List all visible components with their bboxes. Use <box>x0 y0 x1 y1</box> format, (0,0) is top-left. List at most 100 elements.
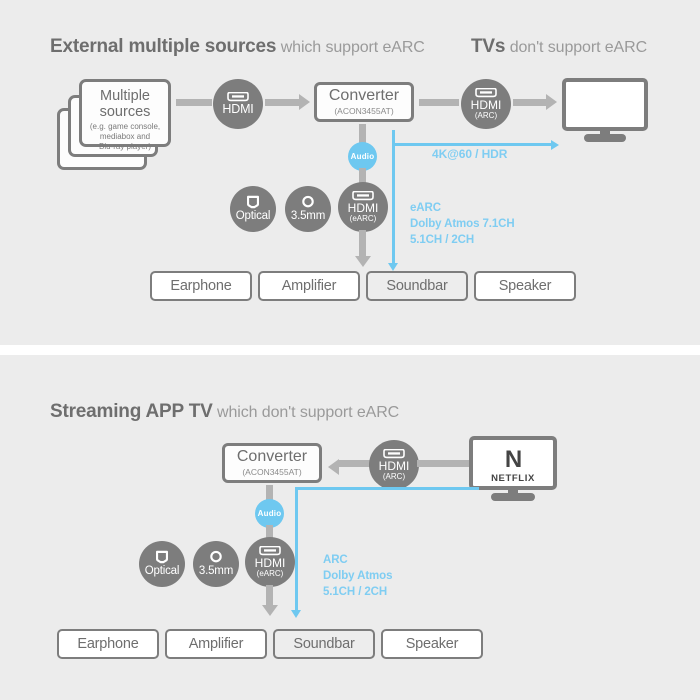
audio-link-arrow <box>388 263 399 271</box>
bottom-connector-hdmi-outputs <box>266 585 273 607</box>
jack-label: 3.5mm <box>290 210 326 223</box>
audio-output-hdmi-earc: HDMI (eARC) <box>338 182 388 232</box>
source-box-front: Multiple sources (e.g. game console, med… <box>79 79 171 151</box>
output-amplifier[interactable]: Amplifier <box>258 271 360 301</box>
tv-section-title: TVs don't support eARC <box>471 36 647 58</box>
netflix-wordmark: NETFLIX <box>491 473 535 484</box>
diagram-page: External multiple sources which support … <box>0 0 700 700</box>
converter-node: Converter (ACON3455AT) <box>314 82 414 122</box>
optical-label: Optical <box>235 210 271 223</box>
hdmi-arc-label: HDMI <box>470 98 502 112</box>
output-label: Soundbar <box>386 278 448 294</box>
bottom-audio-link-horizontal <box>295 487 479 490</box>
bottom-output-amplifier[interactable]: Amplifier <box>165 629 267 659</box>
section-panel-external-sources: External multiple sources which support … <box>0 0 700 345</box>
output-label: Earphone <box>77 636 139 652</box>
hdmi-earc-sublabel: (eARC) <box>349 214 377 223</box>
source-title-line1: Multiple <box>100 88 150 104</box>
bottom-heading-light: which don't support eARC <box>217 404 400 421</box>
bottom-page-title: Streaming APP TV which don't support eAR… <box>50 401 399 423</box>
connector-hdmi-outputs <box>359 230 366 258</box>
output-speaker[interactable]: Speaker <box>474 271 576 301</box>
audio-output-optical: Optical <box>230 186 276 232</box>
hdmi-arc-node: HDMI (ARC) <box>461 79 511 129</box>
tv-base <box>584 134 626 142</box>
netflix-logo: N NETFLIX <box>473 448 553 484</box>
bottom-heading-strong: Streaming APP TV <box>50 401 213 422</box>
source-title-line2: sources <box>99 104 151 121</box>
tv-screen <box>562 78 648 131</box>
tv-heading-strong: TVs <box>471 36 506 57</box>
source-label: Multiple sources (e.g. game console, med… <box>82 88 168 152</box>
section-panel-streaming-tv: Streaming APP TV which don't support eAR… <box>0 355 700 700</box>
video-link-line <box>392 143 552 146</box>
converter-title: Converter <box>328 87 400 104</box>
heading-light: which support eARC <box>280 39 425 56</box>
tv-screen: N NETFLIX <box>469 436 557 490</box>
netflix-tv-display: N NETFLIX <box>469 436 557 502</box>
video-link-label: 4K@60 / HDR <box>432 147 508 161</box>
bottom-output-speaker[interactable]: Speaker <box>381 629 483 659</box>
video-link-arrow <box>551 139 559 150</box>
connector-hdmi-converter <box>265 99 300 106</box>
arrow-head-to-tv <box>546 94 557 110</box>
tv-display <box>562 78 648 144</box>
connector-bottom-hdmi-converter <box>338 460 370 467</box>
audio-badge-label: Audio <box>257 508 282 518</box>
bottom-hdmi-sublabel: (ARC) <box>382 472 406 481</box>
bottom-audio-output-35mm: 3.5mm <box>193 541 239 587</box>
output-label: Speaker <box>405 636 459 652</box>
bottom-audio-link-arrow <box>291 610 302 618</box>
output-label: Soundbar <box>293 636 355 652</box>
tv-heading-light: don't support eARC <box>509 39 648 56</box>
bottom-arrow-head-to-outputs <box>261 605 278 616</box>
bottom-hdmi-arc-node: HDMI (ARC) <box>369 440 419 490</box>
jack-icon <box>210 551 222 563</box>
netflix-mark: N <box>504 446 522 473</box>
arrow-head-to-converter <box>299 94 310 110</box>
audio-badge-label: Audio <box>350 151 375 161</box>
output-label: Amplifier <box>188 636 244 652</box>
bottom-output-soundbar[interactable]: Soundbar <box>273 629 375 659</box>
bottom-converter-model: (ACON3455AT) <box>242 467 302 477</box>
converter-model: (ACON3455AT) <box>334 106 394 116</box>
optical-label: Optical <box>144 565 180 578</box>
output-label: Amplifier <box>281 278 337 294</box>
optical-icon <box>156 551 168 564</box>
connector-tv-hdmi <box>417 460 469 467</box>
output-soundbar[interactable]: Soundbar <box>366 271 468 301</box>
audio-output-35mm: 3.5mm <box>285 186 331 232</box>
bottom-converter-node: Converter (ACON3455AT) <box>222 443 322 483</box>
hdmi-earc-sublabel: (eARC) <box>256 569 284 578</box>
connector-source-hdmi <box>176 99 212 106</box>
bottom-audio-output-hdmi-earc: HDMI (eARC) <box>245 537 295 587</box>
hdmi-earc-label: HDMI <box>254 556 286 570</box>
output-label: Speaker <box>498 278 552 294</box>
arrow-head-to-outputs <box>354 256 371 267</box>
output-label: Earphone <box>170 278 232 294</box>
audio-link-line <box>392 130 395 265</box>
output-earphone[interactable]: Earphone <box>150 271 252 301</box>
bottom-audio-link-label: ARC Dolby Atmos 5.1CH / 2CH <box>323 554 393 598</box>
source-subtitle: (e.g. game console, mediabox and Blu-ray… <box>89 122 161 152</box>
optical-icon <box>247 196 259 209</box>
hdmi-earc-label: HDMI <box>347 201 379 215</box>
page-title: External multiple sources which support … <box>50 36 425 58</box>
jack-label: 3.5mm <box>198 565 234 578</box>
bottom-audio-output-optical: Optical <box>139 541 185 587</box>
audio-link-label: eARC Dolby Atmos 7.1CH 5.1CH / 2CH <box>410 202 515 246</box>
bottom-converter-title: Converter <box>236 448 308 465</box>
connector-converter-hdmiarc <box>419 99 459 106</box>
hdmi-input-node: HDMI <box>213 79 263 129</box>
hdmi-arc-sublabel: (ARC) <box>474 111 498 120</box>
audio-badge: Audio <box>348 142 377 171</box>
tv-base <box>491 493 535 501</box>
connector-hdmiarc-tv <box>513 99 547 106</box>
hdmi-input-label: HDMI <box>222 102 254 117</box>
bottom-audio-link-vertical <box>295 487 298 612</box>
bottom-hdmi-label: HDMI <box>378 459 410 473</box>
heading-strong: External multiple sources <box>50 36 277 57</box>
jack-icon <box>302 196 314 208</box>
bottom-output-earphone[interactable]: Earphone <box>57 629 159 659</box>
bottom-audio-badge: Audio <box>255 499 284 528</box>
